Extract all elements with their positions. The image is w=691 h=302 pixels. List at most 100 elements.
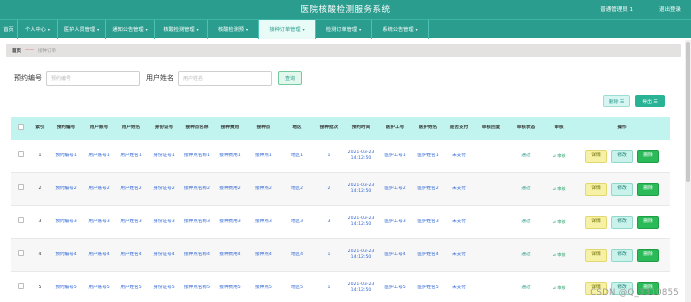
cell-zhuangtai[interactable]: 通过	[508, 186, 544, 193]
cell-shenfen[interactable]: 身份证号4	[147, 252, 181, 259]
cell-dianming[interactable]: 接种点名称5	[181, 285, 213, 292]
export-button[interactable]: 导出 ☰	[635, 95, 665, 107]
nav-item-test[interactable]: 核酸检测管理 ▾	[155, 20, 208, 39]
cell-zhanghao[interactable]: 用户账号5	[83, 285, 115, 292]
row-checkbox[interactable]	[11, 250, 31, 260]
cell-pici[interactable]: 2	[314, 186, 344, 193]
breadcrumb-home[interactable]: 首页	[12, 48, 21, 54]
search-button[interactable]: 查询	[278, 71, 302, 85]
cell-pici[interactable]: 3	[314, 219, 344, 226]
cell-feiyong[interactable]: 接种费用2	[213, 186, 247, 193]
detail-button[interactable]: 详情	[585, 182, 607, 196]
booking-no-input[interactable]: 预约编号	[46, 70, 140, 86]
cell-xingming[interactable]: 用户姓名3	[115, 219, 147, 226]
cell-huxing[interactable]: 医护姓名4	[412, 252, 444, 259]
nav-item-vaccine-orders[interactable]: 接种订单管理 ▾	[259, 20, 316, 39]
cell-pici[interactable]: 1	[314, 285, 344, 292]
cell-dianming[interactable]: 接种点名称2	[181, 186, 213, 193]
cell-shenfen[interactable]: 身份证号2	[147, 186, 181, 193]
cell-feiyong[interactable]: 接种费用3	[213, 219, 247, 226]
cell-dian[interactable]: 接种点3	[247, 219, 280, 226]
nav-item-system-notice[interactable]: 系统公告管理 ▾	[372, 20, 429, 39]
cell-dianming[interactable]: 接种点名称3	[181, 219, 213, 226]
checkbox-icon[interactable]	[18, 151, 24, 158]
cell-xingming[interactable]: 用户姓名2	[115, 186, 147, 193]
cell-diqu[interactable]: 地区3	[280, 219, 314, 226]
checkbox-icon[interactable]	[18, 184, 24, 191]
cell-zhifu[interactable]: 未支付	[444, 186, 474, 193]
cell-zhanghao[interactable]: 用户账号4	[83, 252, 115, 259]
checkbox-icon[interactable]	[18, 217, 24, 224]
cell-yuyue[interactable]: 预约编号3	[49, 219, 83, 226]
cell-gonghao[interactable]: 医护工号1	[378, 153, 412, 160]
cell-zhanghao[interactable]: 用户账号2	[83, 186, 115, 193]
cell-diqu[interactable]: 地区4	[280, 252, 314, 259]
cell-diqu[interactable]: 地区5	[280, 285, 314, 292]
cell-gonghao[interactable]: 医护工号4	[378, 252, 412, 259]
cell-zhuangtai[interactable]: 通过	[508, 285, 544, 292]
cell-dian[interactable]: 接种点1	[247, 153, 280, 160]
audit-link[interactable]: ⊿ 审核	[544, 219, 574, 226]
cell-zhuangtai[interactable]: 通过	[508, 219, 544, 226]
cell-feiyong[interactable]: 接种费用5	[213, 285, 247, 292]
audit-link[interactable]: ⊿ 审核	[544, 285, 574, 292]
row-checkbox[interactable]	[11, 283, 31, 293]
cell-dian[interactable]: 接种点5	[247, 285, 280, 292]
cell-dianming[interactable]: 接种点名称1	[181, 153, 213, 160]
nav-item-home[interactable]: 首页	[0, 20, 18, 39]
user-name-input[interactable]: 用户姓名	[178, 70, 272, 86]
cell-pici[interactable]: 1	[314, 153, 344, 160]
detail-button[interactable]: 详情	[585, 215, 607, 229]
edit-button[interactable]: 修改	[611, 182, 633, 196]
cell-diqu[interactable]: 地区1	[280, 153, 314, 160]
cell-pici[interactable]: 1	[314, 252, 344, 259]
cell-huxing[interactable]: 医护姓名3	[412, 219, 444, 226]
edit-button[interactable]: 修改	[611, 215, 633, 229]
nav-item-test-booking[interactable]: 核酸检测预 ▾	[208, 20, 259, 39]
cell-shijian[interactable]: 2021-03-23 14:12:50	[344, 249, 378, 262]
cell-huxing[interactable]: 医护姓名1	[412, 153, 444, 160]
nav-item-test-orders[interactable]: 检测订单管理 ▾	[316, 20, 372, 39]
cell-shenfen[interactable]: 身份证号1	[147, 153, 181, 160]
row-checkbox[interactable]	[11, 217, 31, 227]
select-all-checkbox[interactable]	[11, 123, 31, 134]
cell-shenfen[interactable]: 身份证号3	[147, 219, 181, 226]
checkbox-icon[interactable]	[18, 123, 24, 130]
cell-dian[interactable]: 接种点4	[247, 252, 280, 259]
cell-gonghao[interactable]: 医护工号3	[378, 219, 412, 226]
cell-dianming[interactable]: 接种点名称4	[181, 252, 213, 259]
row-checkbox[interactable]	[11, 151, 31, 161]
cell-zhuangtai[interactable]: 通过	[508, 252, 544, 259]
cell-xingming[interactable]: 用户姓名4	[115, 252, 147, 259]
row-checkbox[interactable]	[11, 184, 31, 194]
cell-zhanghao[interactable]: 用户账号1	[83, 153, 115, 160]
cell-zhifu[interactable]: 未支付	[444, 153, 474, 160]
cell-zhuangtai[interactable]: 通过	[508, 153, 544, 160]
cell-xingming[interactable]: 用户姓名5	[115, 285, 147, 292]
checkbox-icon[interactable]	[18, 283, 24, 290]
cell-zhifu[interactable]: 未支付	[444, 285, 474, 292]
edit-button[interactable]: 修改	[611, 149, 633, 163]
cell-dian[interactable]: 接种点2	[247, 186, 280, 193]
batch-delete-button[interactable]: 删除 ☰	[603, 95, 630, 107]
cell-yuyue[interactable]: 预约编号5	[49, 285, 83, 292]
cell-huxing[interactable]: 医护姓名5	[412, 285, 444, 292]
cell-feiyong[interactable]: 接种费用1	[213, 153, 247, 160]
cell-zhanghao[interactable]: 用户账号3	[83, 219, 115, 226]
cell-shijian[interactable]: 2021-03-23 14:12:50	[344, 183, 378, 196]
nav-item-staff[interactable]: 医护人员管理 ▾	[58, 20, 106, 39]
edit-button[interactable]: 修改	[611, 248, 633, 262]
audit-link[interactable]: ⊿ 审核	[544, 186, 574, 193]
delete-button[interactable]: 删除	[637, 248, 659, 262]
detail-button[interactable]: 详情	[585, 149, 607, 163]
cell-huxing[interactable]: 医护姓名2	[412, 186, 444, 193]
cell-xingming[interactable]: 用户姓名1	[115, 153, 147, 160]
scrollbar-thumb[interactable]	[686, 42, 690, 182]
cell-yuyue[interactable]: 预约编号4	[49, 252, 83, 259]
delete-button[interactable]: 删除	[637, 182, 659, 196]
nav-item-notice[interactable]: 通知公告管理 ▾	[106, 20, 155, 39]
cell-yuyue[interactable]: 预约编号2	[49, 186, 83, 193]
detail-button[interactable]: 详情	[585, 248, 607, 262]
cell-zhifu[interactable]: 未支付	[444, 252, 474, 259]
audit-link[interactable]: ⊿ 审核	[544, 252, 574, 259]
